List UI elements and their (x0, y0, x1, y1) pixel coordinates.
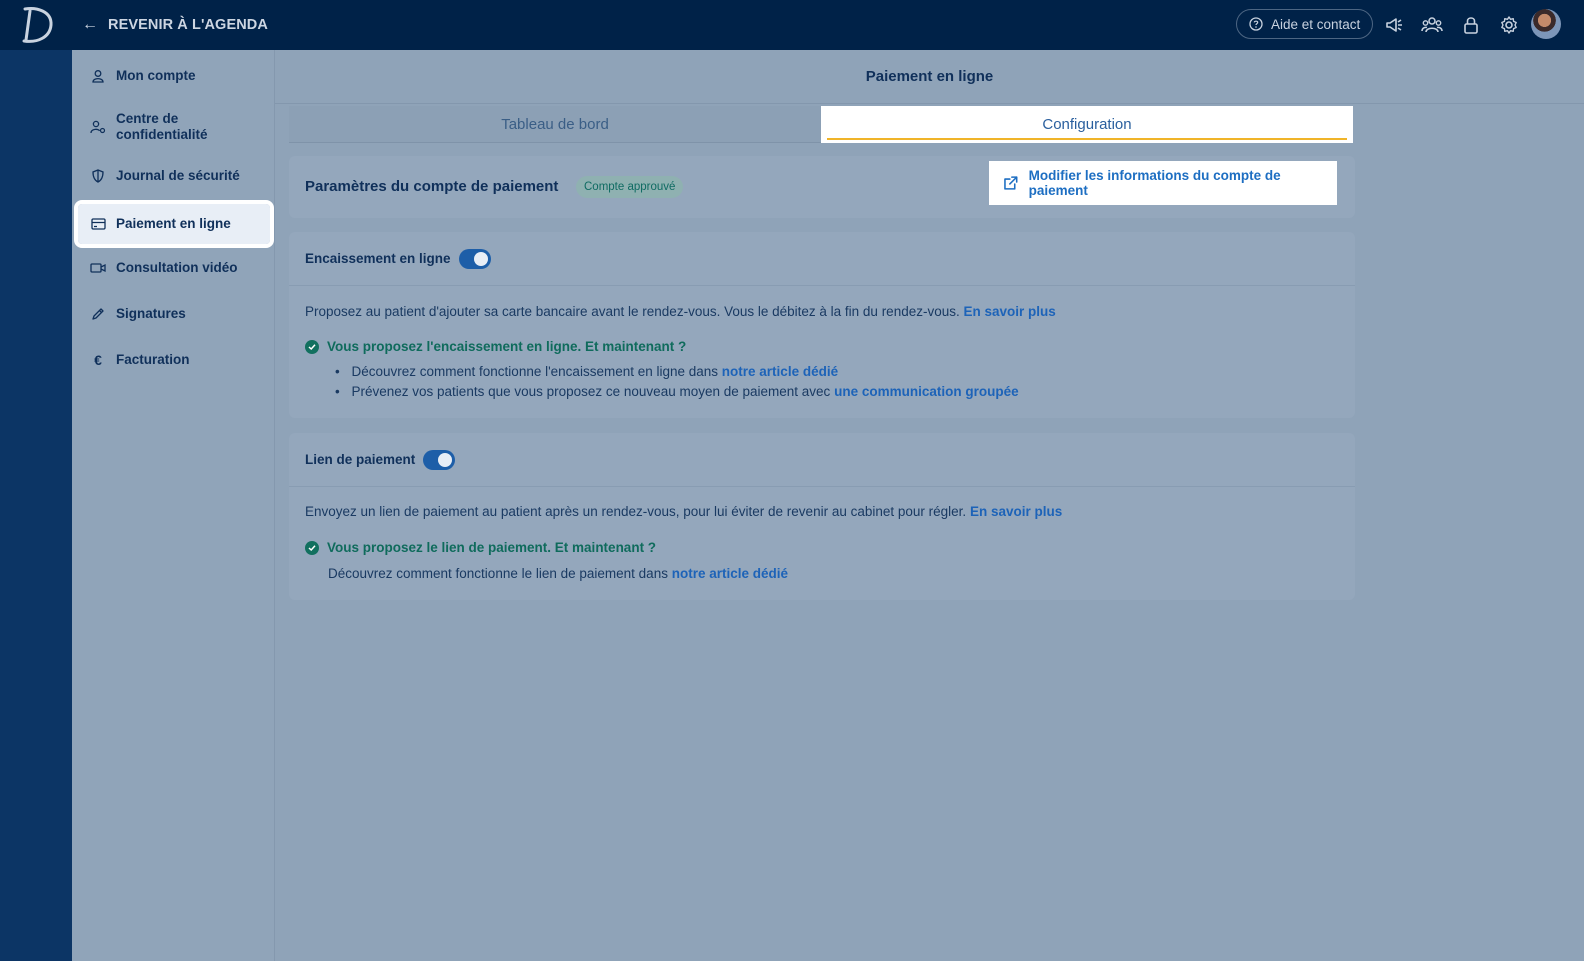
help-contact-button[interactable]: Aide et contact (1236, 9, 1373, 39)
status-badge: Compte approuvé (576, 176, 684, 198)
sidebar-item-label: Paiement en ligne (116, 216, 231, 231)
learn-more-link[interactable]: En savoir plus (964, 304, 1056, 319)
credit-card-icon (90, 218, 106, 230)
help-contact-label: Aide et contact (1271, 16, 1361, 32)
sidebar-item-label: Consultation vidéo (116, 260, 238, 275)
sidebar-item-paiement-en-ligne[interactable]: Paiement en ligne (74, 200, 274, 248)
bullet-text: Prévenez vos patients que vous proposez … (351, 384, 831, 399)
sidebar-item-facturation[interactable]: € Facturation (78, 348, 270, 372)
payment-link-info-text: Découvrez comment fonctionne le lien de … (328, 566, 668, 581)
team-icon[interactable] (1419, 12, 1445, 38)
encaissement-card: Encaissement en ligne Proposez au patien… (289, 232, 1355, 418)
encaissement-label: Encaissement en ligne (305, 251, 451, 266)
lock-icon[interactable] (1458, 12, 1484, 38)
user-icon (90, 69, 106, 83)
encaissement-success-message: Vous proposez l'encaissement en ligne. E… (305, 339, 686, 354)
encaissement-description-text: Proposez au patient d'ajouter sa carte b… (305, 304, 960, 319)
check-circle-icon (305, 540, 319, 555)
gear-icon[interactable] (1496, 12, 1522, 38)
sidebar-item-label: Facturation (116, 352, 190, 367)
back-to-agenda-label: REVENIR À L'AGENDA (108, 17, 268, 33)
encaissement-success-text: Vous proposez l'encaissement en ligne. E… (327, 339, 687, 354)
sidebar-item-centre-confidentialite[interactable]: Centre de confidentialité (78, 110, 258, 144)
logo-icon (22, 7, 53, 43)
user-settings-icon (90, 120, 106, 134)
arrow-left-icon: ← (82, 16, 98, 33)
sidebar-item-label: Signatures (116, 306, 186, 321)
active-tab-indicator (827, 138, 1347, 140)
main-content: Paiement en ligne Tableau de bord Config… (275, 50, 1584, 961)
tab-bar: Tableau de bord Configuration (289, 106, 1353, 143)
modify-account-button[interactable]: Modifier les informations du compte de p… (989, 161, 1337, 205)
euro-icon: € (94, 352, 102, 368)
modify-account-label: Modifier les informations du compte de p… (1028, 168, 1281, 198)
payment-link-success-text: Vous proposez le lien de paiement. Et ma… (327, 540, 657, 555)
video-icon (90, 262, 106, 274)
payment-link-success-message: Vous proposez le lien de paiement. Et ma… (305, 540, 656, 555)
megaphone-icon[interactable] (1381, 12, 1407, 38)
page-title: Paiement en ligne (865, 68, 994, 85)
sidebar-item-signatures[interactable]: Signatures (78, 302, 270, 326)
shield-icon (90, 169, 106, 183)
encaissement-header: Encaissement en ligne (289, 232, 1355, 286)
encaissement-description: Proposez au patient d'ajouter sa carte b… (305, 304, 1056, 319)
sidebar-item-mon-compte[interactable]: Mon compte (78, 64, 270, 88)
payment-link-label: Lien de paiement (305, 452, 416, 467)
question-circle-icon (1249, 17, 1263, 31)
tab-tableau-de-bord[interactable]: Tableau de bord (289, 106, 821, 143)
pen-icon (90, 307, 106, 321)
learn-more-link[interactable]: En savoir plus (970, 504, 1062, 519)
sidebar-item-consultation-video[interactable]: Consultation vidéo (78, 256, 270, 280)
left-rail (0, 50, 72, 961)
sidebar-item-label: Mon compte (116, 68, 196, 83)
payment-account-title: Paramètres du compte de paiement (305, 178, 559, 195)
tab-configuration[interactable]: Configuration (821, 106, 1353, 143)
back-to-agenda-link[interactable]: ← REVENIR À L'AGENDA (82, 0, 268, 50)
payment-link-toggle[interactable] (423, 449, 456, 470)
payment-link-header: Lien de paiement (289, 433, 1355, 487)
external-link-icon (1004, 176, 1018, 190)
user-avatar[interactable] (1531, 9, 1561, 39)
payment-link-description-text: Envoyez un lien de paiement au patient a… (305, 504, 967, 519)
payment-link-info: Découvrez comment fonctionne le lien de … (328, 566, 788, 581)
group-communication-link[interactable]: une communication groupée (834, 384, 1019, 399)
list-item: Découvrez comment fonctionne l'encaissem… (335, 364, 839, 379)
app-logo[interactable] (0, 0, 72, 50)
sidebar-item-label: Centre de confidentialité (116, 111, 208, 142)
page-header: Paiement en ligne (275, 50, 1584, 104)
top-bar: ← REVENIR À L'AGENDA Aide et contact (0, 0, 1584, 50)
bullet-text: Découvrez comment fonctionne l'encaissem… (351, 364, 719, 379)
sidebar-item-journal-securite[interactable]: Journal de sécurité (78, 164, 270, 188)
tab-label: Configuration (1042, 116, 1132, 133)
check-circle-icon (305, 339, 319, 354)
article-link[interactable]: notre article dédié (672, 566, 788, 581)
payment-link-card: Lien de paiement Envoyez un lien de paie… (289, 433, 1355, 600)
sidebar-item-label: Journal de sécurité (116, 168, 240, 183)
settings-sidebar: Mon compte Centre de confidentialité Jou… (72, 50, 275, 961)
payment-link-description: Envoyez un lien de paiement au patient a… (305, 504, 1062, 519)
tab-label: Tableau de bord (501, 115, 609, 133)
encaissement-toggle[interactable] (458, 248, 491, 269)
article-link[interactable]: notre article dédié (722, 364, 838, 379)
list-item: Prévenez vos patients que vous proposez … (335, 384, 1019, 399)
